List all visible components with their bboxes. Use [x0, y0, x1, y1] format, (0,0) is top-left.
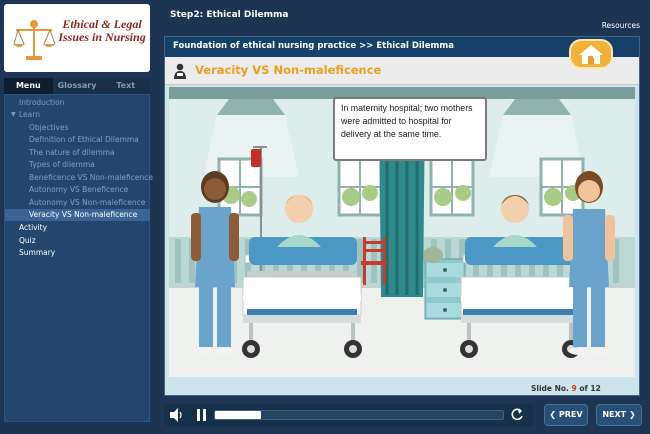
- pause-icon[interactable]: [194, 408, 210, 422]
- menu-item-learn-row[interactable]: ▼ Learn: [9, 109, 154, 121]
- menu-item-autonomy-vs-nonmaleficence[interactable]: Autonomy VS Non-maleficence: [5, 197, 150, 209]
- slide-number-label: Slide No.: [531, 384, 569, 393]
- menu-item-objectives[interactable]: Objectives: [5, 122, 150, 134]
- slide-title: Veracity VS Non-maleficence: [195, 63, 382, 77]
- menu-item-beneficence-vs-nonmaleficence[interactable]: Beneficence VS Non-maleficence: [5, 172, 153, 184]
- prev-button[interactable]: ❮ PREV: [544, 404, 588, 426]
- slide-number: Slide No. 9 of 12: [531, 384, 601, 393]
- tab-glossary[interactable]: Glossary: [53, 78, 102, 94]
- next-label: NEXT: [602, 410, 627, 419]
- logo-line-2: Issues in Nursing: [58, 30, 146, 44]
- progress-bar[interactable]: [214, 410, 504, 420]
- menu-item-nature[interactable]: The nature of dilemma: [5, 147, 150, 159]
- prev-label: PREV: [558, 410, 583, 419]
- step-title: Step2: Ethical Dilemma: [170, 10, 289, 20]
- slide-number-of: of: [579, 384, 588, 393]
- scene-callout-text: In maternity hospital; two mothers were …: [333, 97, 487, 161]
- menu-item-veracity-vs-nonmaleficence[interactable]: Veracity VS Non-maleficence: [5, 209, 150, 221]
- breadcrumb-bar: Foundation of ethical nursing practice >…: [165, 37, 639, 57]
- tab-menu[interactable]: Menu: [4, 78, 53, 94]
- replay-icon[interactable]: [510, 408, 524, 422]
- menu-panel: Introduction ▼ Learn Objectives Definiti…: [4, 94, 153, 422]
- next-button[interactable]: NEXT ❯: [596, 404, 642, 426]
- menu-item-types[interactable]: Types of dilemma: [5, 159, 150, 171]
- nav-tabs: Menu Glossary Text Version: [4, 78, 150, 106]
- tab-text-version[interactable]: Text Version: [101, 78, 150, 106]
- menu-item-quiz[interactable]: Quiz: [5, 235, 150, 247]
- resources-link[interactable]: Resources: [602, 21, 640, 30]
- prev-chevron-icon: ❮: [549, 410, 557, 419]
- slide-title-bar: Veracity VS Non-maleficence: [165, 57, 639, 85]
- scales-of-justice-icon: [13, 20, 56, 60]
- home-button[interactable]: [569, 39, 613, 69]
- next-chevron-icon: ❯: [628, 410, 636, 419]
- slide-number-total: 12: [590, 384, 601, 393]
- progress-fill: [215, 411, 262, 419]
- menu-item-summary[interactable]: Summary: [5, 247, 150, 259]
- course-logo: Ethical & Legal Issues in Nursing: [4, 4, 150, 72]
- volume-icon[interactable]: [167, 407, 185, 423]
- hospital-scene-illustration: In maternity hospital; two mothers were …: [169, 87, 635, 377]
- content-frame: Foundation of ethical nursing practice >…: [164, 36, 640, 396]
- menu-item-introduction[interactable]: Introduction: [5, 97, 150, 109]
- menu-item-autonomy-vs-beneficence[interactable]: Autonomy VS Beneficence: [5, 184, 150, 196]
- menu-item-activity[interactable]: Activity: [5, 222, 150, 234]
- menu-item-definition[interactable]: Definition of Ethical Dilemma: [5, 134, 150, 146]
- breadcrumb: Foundation of ethical nursing practice >…: [173, 41, 454, 51]
- media-controls: [164, 404, 534, 426]
- menu-item-learn[interactable]: Learn: [19, 109, 164, 121]
- logo-title: Ethical & Legal Issues in Nursing: [58, 18, 146, 44]
- home-icon[interactable]: [571, 41, 611, 67]
- person-icon: [174, 63, 186, 79]
- expand-arrow-icon[interactable]: ▼: [11, 109, 16, 121]
- slide-number-current: 9: [571, 384, 577, 393]
